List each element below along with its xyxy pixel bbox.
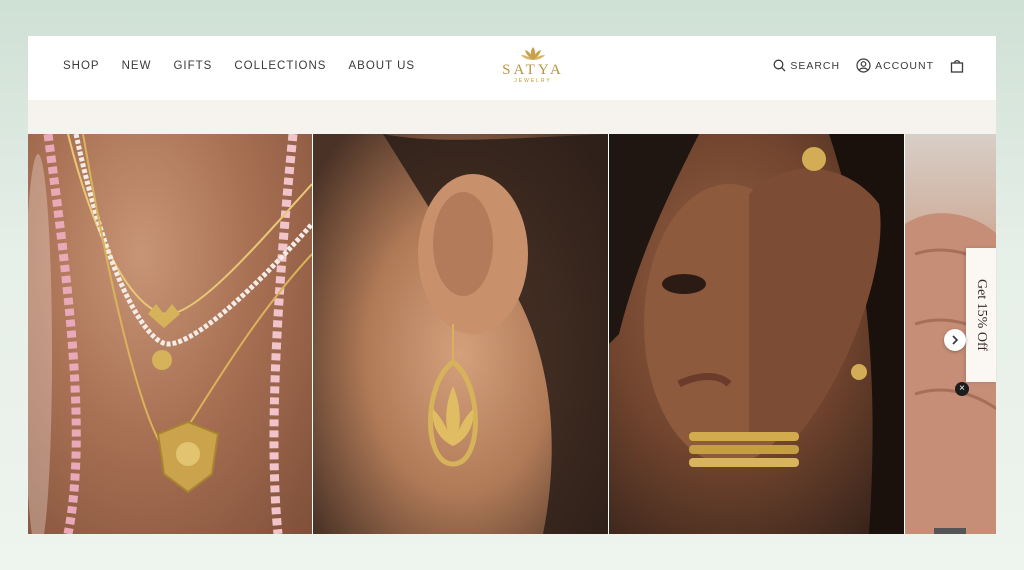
site-header: SHOP NEW GIFTS COLLECTIONS ABOUT US SATY…: [28, 36, 996, 100]
nav-collections[interactable]: COLLECTIONS: [234, 60, 326, 72]
discount-tab[interactable]: Get 15% Off: [966, 248, 996, 382]
search-icon: [773, 59, 786, 72]
cart-icon: [950, 59, 964, 73]
cart-button[interactable]: [950, 59, 968, 73]
account-label: ACCOUNT: [875, 59, 934, 72]
gallery-next-button[interactable]: [944, 329, 966, 351]
lotus-icon: [521, 47, 545, 60]
scroll-corner-button[interactable]: [934, 528, 966, 534]
bracelet-illustration: [609, 134, 904, 534]
main-nav: SHOP NEW GIFTS COLLECTIONS ABOUT US: [63, 60, 437, 72]
discount-tab-label: Get 15% Off: [974, 278, 989, 352]
earring-illustration: [383, 134, 608, 534]
image-gallery: [28, 134, 996, 534]
brand-tagline: JEWELRY: [514, 78, 552, 84]
search-button[interactable]: SEARCH: [773, 59, 840, 72]
nav-gifts[interactable]: GIFTS: [173, 60, 212, 72]
earring-photo[interactable]: [313, 134, 608, 534]
necklaces-illustration: [28, 134, 312, 534]
necklaces-photo[interactable]: [28, 134, 312, 534]
account-icon: [856, 58, 871, 73]
nav-new[interactable]: NEW: [122, 60, 152, 72]
brand-name: SATYA: [502, 62, 564, 78]
announcement-band: [28, 100, 996, 134]
bracelet-ring-photo[interactable]: [609, 134, 904, 534]
account-button[interactable]: ACCOUNT: [856, 58, 934, 73]
brand-logo[interactable]: SATYA JEWELRY: [493, 46, 573, 84]
page: SHOP NEW GIFTS COLLECTIONS ABOUT US SATY…: [28, 36, 996, 534]
chevron-right-icon: [952, 335, 959, 345]
discount-close-button[interactable]: ×: [955, 382, 969, 396]
nav-about-us[interactable]: ABOUT US: [348, 60, 415, 72]
header-tools: SEARCH ACCOUNT: [757, 58, 968, 73]
search-label: SEARCH: [790, 59, 841, 72]
nav-shop[interactable]: SHOP: [63, 60, 100, 72]
